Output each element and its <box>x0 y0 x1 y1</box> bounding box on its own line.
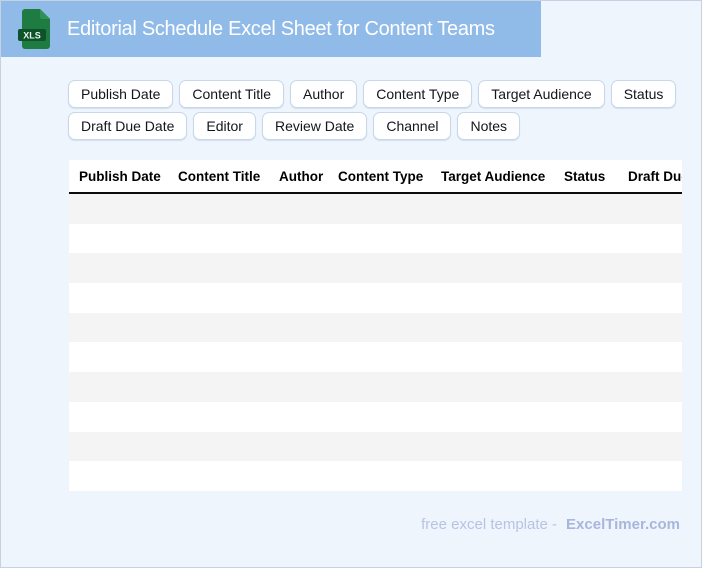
table-body <box>69 194 682 491</box>
column-header-author: Author <box>279 168 324 184</box>
field-chip-list: Publish Date Content Title Author Content T… <box>68 80 683 140</box>
chip-channel[interactable]: Channel <box>373 112 452 140</box>
chip-draft-due-date[interactable]: Draft Due Date <box>68 112 188 140</box>
table-row <box>69 342 682 373</box>
column-header-content-type: Content Type <box>338 168 424 184</box>
chip-notes[interactable]: Notes <box>457 112 521 140</box>
chip-target-audience[interactable]: Target Audience <box>478 80 605 108</box>
table-row <box>69 312 682 343</box>
chip-editor[interactable]: Editor <box>193 112 256 140</box>
page-title: Editorial Schedule Excel Sheet for Conte… <box>67 17 495 40</box>
chip-review-date[interactable]: Review Date <box>261 112 368 140</box>
chip-author[interactable]: Author <box>290 80 358 108</box>
table-row <box>69 372 682 402</box>
table-row <box>69 431 682 462</box>
column-header-publish-date: Publish Date <box>79 168 161 184</box>
column-header-target-audience: Target Audience <box>441 168 546 184</box>
table-header-row: Publish Date Content Title Author Content T… <box>69 160 682 194</box>
title-band: XLS Editorial Schedule Excel Sheet for C… <box>1 1 541 57</box>
xls-icon-label: XLS <box>23 31 41 41</box>
footer-label: free excel template - <box>421 516 558 533</box>
chip-publish-date[interactable]: Publish Date <box>68 80 174 108</box>
chip-content-type[interactable]: Content Type <box>363 80 473 108</box>
footer: free excel template - ExcelTimer.com <box>421 516 680 533</box>
column-header-status: Status <box>564 168 606 184</box>
column-header-content-title: Content Title <box>178 168 261 184</box>
chip-content-title[interactable]: Content Title <box>179 80 284 108</box>
table-row <box>69 253 682 284</box>
column-header-draft-due-date: Draft Due Date <box>628 168 682 184</box>
table-row <box>69 401 682 432</box>
xls-file-icon: XLS <box>18 9 50 49</box>
schedule-table: Publish Date Content Title Author Content T… <box>69 160 682 491</box>
table-row <box>69 283 682 313</box>
table-row <box>69 461 682 491</box>
footer-brand-link[interactable]: ExcelTimer.com <box>566 516 680 533</box>
chip-status[interactable]: Status <box>610 80 677 108</box>
table-row <box>69 194 682 224</box>
table-row <box>69 223 682 254</box>
page: XLS Editorial Schedule Excel Sheet for C… <box>0 0 702 568</box>
